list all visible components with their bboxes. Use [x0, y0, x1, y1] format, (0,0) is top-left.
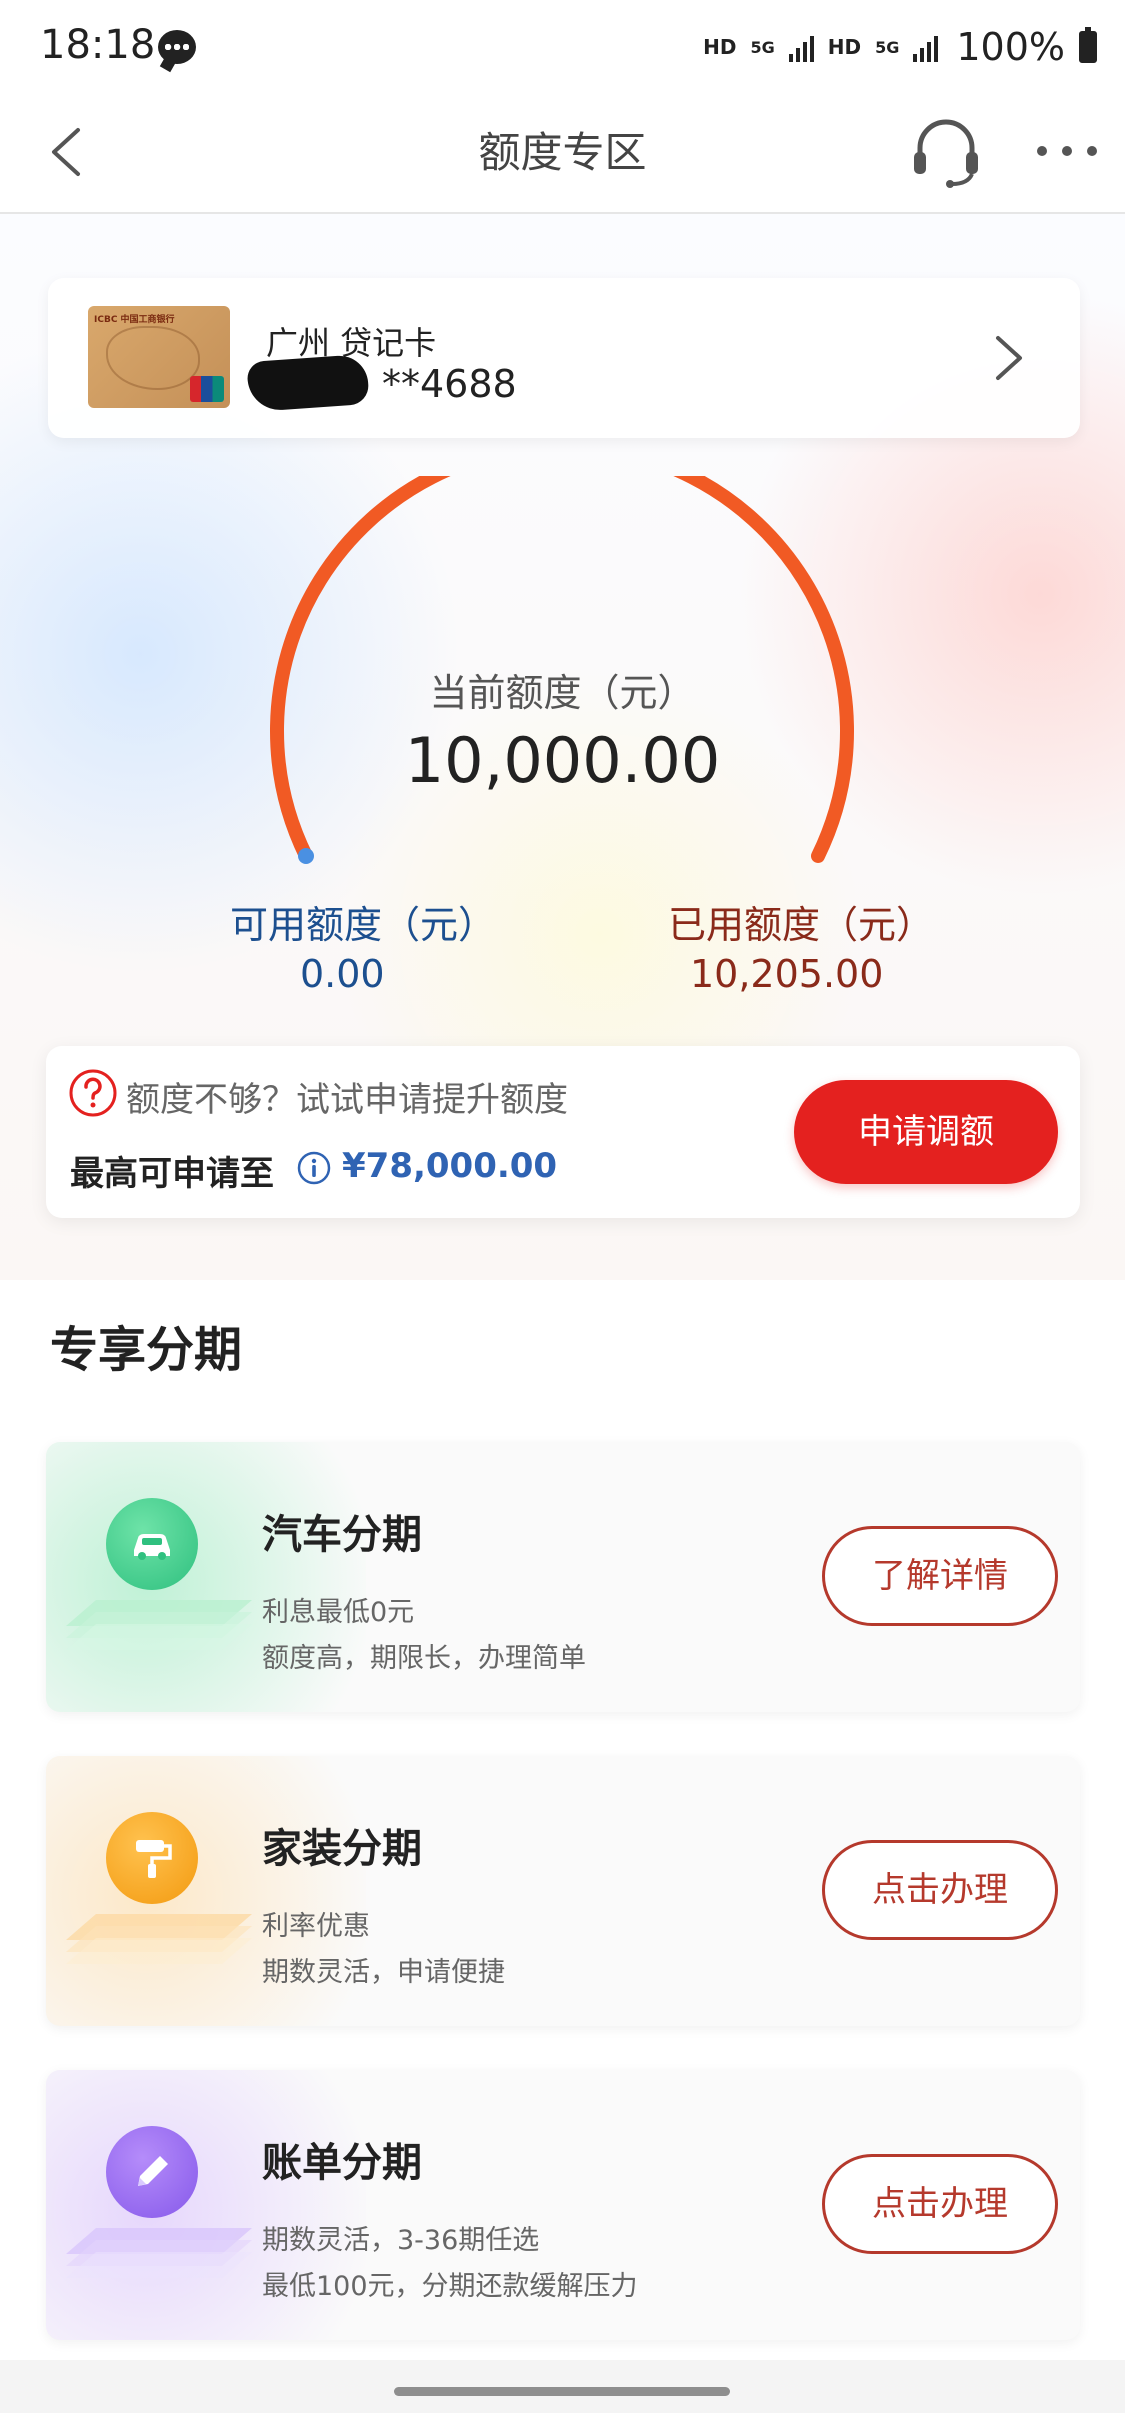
apply-now-button[interactable]: 点击办理 [822, 2154, 1058, 2254]
battery-icon [1079, 27, 1097, 63]
item-title: 汽车分期 [262, 1512, 422, 1558]
installment-item-bill[interactable]: 账单分期 期数灵活，3-36期任选 最低100元，分期还款缓解压力 点击办理 [46, 2070, 1080, 2340]
credit-hero: ICBC 中国工商银行 广州 贷记卡 **4688 当前额度（元） 10,000… [0, 214, 1125, 1280]
hd-label: HD [703, 35, 737, 59]
info-icon[interactable] [296, 1150, 332, 1186]
platform-graphic [66, 1600, 252, 1650]
paint-roller-icon-disc [106, 1812, 198, 1904]
item-desc-2: 最低100元，分期还款缓解压力 [262, 2271, 638, 2302]
headset-icon[interactable] [908, 114, 984, 190]
max-apply-value: ¥78,000.00 [342, 1146, 558, 1186]
current-credit-value: 10,000.00 [404, 724, 721, 797]
item-desc-1: 利息最低0元 [262, 1597, 415, 1628]
installment-item-home[interactable]: 家装分期 利率优惠 期数灵活，申请便捷 点击办理 [46, 1756, 1080, 2026]
card-logo-text: ICBC 中国工商银行 [94, 315, 175, 325]
car-icon [134, 1534, 170, 1560]
platform-graphic [66, 1914, 252, 1964]
max-apply-label: 最高可申请至 [70, 1154, 274, 1194]
redaction-mark [246, 353, 370, 413]
apply-now-button[interactable]: 点击办理 [822, 1840, 1058, 1940]
more-icon[interactable] [1032, 136, 1102, 166]
pencil-icon [138, 2156, 168, 2186]
item-desc-1: 利率优惠 [262, 1911, 370, 1942]
raise-prompt: 额度不够？试试申请提升额度 [126, 1080, 568, 1120]
gauge-start-dot [298, 848, 314, 864]
network-gen-label-2: 5G [875, 37, 900, 57]
item-title: 家装分期 [262, 1826, 422, 1872]
card-name: 广州 贷记卡 [266, 324, 437, 362]
card-image: ICBC 中国工商银行 [88, 306, 230, 408]
item-desc-2: 额度高，期限长，办理简单 [262, 1643, 586, 1674]
available-credit-label: 可用额度（元） [230, 903, 497, 947]
question-icon [69, 1069, 117, 1117]
used-credit-label: 已用额度（元） [668, 903, 935, 947]
network-gen-label: 5G [750, 37, 775, 57]
card-selector[interactable]: ICBC 中国工商银行 广州 贷记卡 **4688 [48, 278, 1080, 438]
card-number-suffix: **4688 [382, 362, 517, 406]
hd-label-2: HD [827, 35, 862, 59]
card-map-graphic [106, 326, 200, 390]
current-credit-label: 当前额度（元） [429, 671, 696, 715]
pencil-icon-disc [106, 2126, 198, 2218]
message-icon [158, 30, 196, 64]
raise-limit-panel: 额度不够？试试申请提升额度 最高可申请至 ¥78,000.00 申请调额 [46, 1046, 1080, 1218]
item-desc-1: 期数灵活，3-36期任选 [262, 2225, 540, 2256]
home-indicator[interactable] [394, 2387, 730, 2396]
section-title: 专享分期 [50, 1322, 243, 1378]
used-credit-value: 10,205.00 [690, 952, 884, 996]
battery-percent: 100% [956, 25, 1065, 69]
chevron-left-icon[interactable] [40, 124, 96, 180]
status-time: 18:18 [40, 22, 156, 68]
status-indicators: HD 5G HD 5G 100% [703, 22, 1097, 72]
paint-roller-icon [136, 1840, 172, 1878]
signal-icon-2 [913, 32, 939, 62]
chevron-right-icon [996, 336, 1022, 380]
item-desc-2: 期数灵活，申请便捷 [262, 1957, 505, 1988]
installment-item-car[interactable]: 汽车分期 利息最低0元 额度高，期限长，办理简单 了解详情 [46, 1442, 1080, 1712]
unionpay-logo-icon [190, 376, 224, 402]
apply-adjust-button[interactable]: 申请调额 [794, 1080, 1058, 1184]
available-credit-value: 0.00 [300, 952, 385, 996]
car-icon-disc [106, 1498, 198, 1590]
learn-more-button[interactable]: 了解详情 [822, 1526, 1058, 1626]
signal-icon [788, 32, 814, 62]
status-bar: 18:18 HD 5G HD 5G 100% [0, 0, 1125, 96]
item-title: 账单分期 [262, 2140, 422, 2186]
platform-graphic [66, 2228, 252, 2278]
nav-bar: 额度专区 [0, 96, 1125, 214]
